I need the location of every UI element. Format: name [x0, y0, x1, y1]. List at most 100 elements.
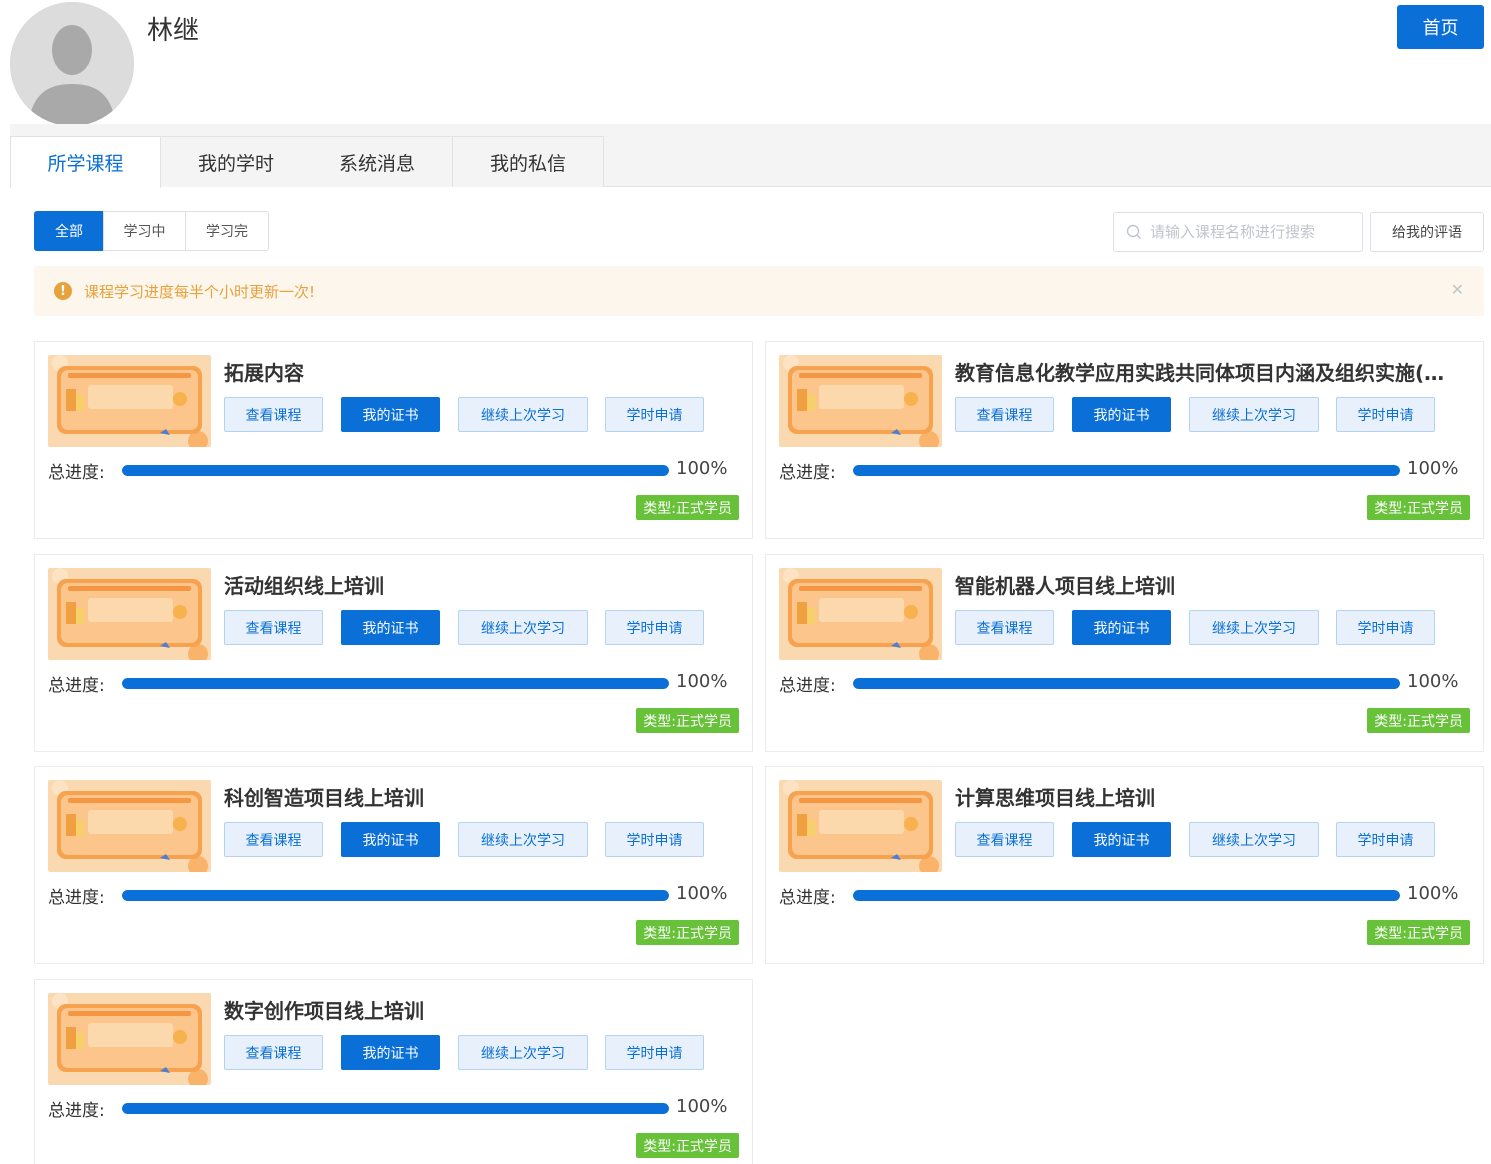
progress-label: 总进度:	[48, 676, 105, 696]
progress-fill	[122, 678, 669, 689]
continue-learning-button[interactable]: 继续上次学习	[1189, 397, 1319, 432]
continue-learning-button[interactable]: 继续上次学习	[458, 822, 588, 857]
progress-percent: 100%	[1407, 458, 1459, 479]
continue-learning-button[interactable]: 继续上次学习	[458, 1035, 588, 1070]
progress-label: 总进度:	[48, 888, 105, 908]
progress-fill	[122, 890, 669, 901]
hours-apply-button[interactable]: 学时申请	[605, 1035, 704, 1070]
filter-in-progress[interactable]: 学习中	[103, 211, 186, 251]
filter-completed[interactable]: 学习完	[185, 211, 269, 251]
course-title: 计算思维项目线上培训	[955, 786, 1155, 810]
progress-fill	[853, 678, 1400, 689]
progress-fill	[122, 465, 669, 476]
status-filter-group: 全部 学习中 学习完	[34, 211, 269, 251]
home-button[interactable]: 首页	[1397, 5, 1484, 49]
course-card: 拓展内容 查看课程 我的证书 继续上次学习 学时申请 总进度: 100% 类型:…	[34, 341, 753, 539]
certificate-button[interactable]: 我的证书	[1072, 610, 1171, 645]
progress-percent: 100%	[1407, 671, 1459, 692]
course-thumbnail[interactable]	[779, 568, 942, 660]
hours-apply-button[interactable]: 学时申请	[1336, 397, 1435, 432]
hours-apply-button[interactable]: 学时申请	[605, 822, 704, 857]
learner-type-tag: 类型:正式学员	[1367, 495, 1470, 520]
progress-bar	[853, 465, 1400, 476]
user-silhouette-icon	[10, 2, 134, 126]
course-thumbnail[interactable]	[48, 568, 211, 660]
course-title: 数字创作项目线上培训	[224, 999, 424, 1023]
view-course-button[interactable]: 查看课程	[224, 610, 323, 645]
learner-type-tag: 类型:正式学员	[1367, 708, 1470, 733]
progress-bar	[122, 890, 669, 901]
hours-apply-button[interactable]: 学时申请	[605, 610, 704, 645]
learner-type-tag: 类型:正式学员	[636, 708, 739, 733]
progress-fill	[122, 1103, 669, 1114]
hours-apply-button[interactable]: 学时申请	[1336, 822, 1435, 857]
hours-apply-button[interactable]: 学时申请	[1336, 610, 1435, 645]
tab-system-messages[interactable]: 系统消息	[302, 136, 453, 187]
tab-private-messages[interactable]: 我的私信	[453, 136, 604, 187]
progress-fill	[853, 465, 1400, 476]
course-card: 智能机器人项目线上培训 查看课程 我的证书 继续上次学习 学时申请 总进度: 1…	[765, 554, 1484, 752]
progress-fill	[853, 890, 1400, 901]
notice-alert: ! 课程学习进度每半个小时更新一次! ✕	[34, 266, 1484, 316]
course-thumbnail[interactable]	[779, 355, 942, 447]
certificate-button[interactable]: 我的证书	[341, 397, 440, 432]
course-title: 科创智造项目线上培训	[224, 786, 424, 810]
hours-apply-button[interactable]: 学时申请	[605, 397, 704, 432]
continue-learning-button[interactable]: 继续上次学习	[1189, 610, 1319, 645]
course-thumbnail[interactable]	[48, 993, 211, 1085]
view-course-button[interactable]: 查看课程	[955, 397, 1054, 432]
progress-label: 总进度:	[48, 1101, 105, 1121]
course-title: 拓展内容	[224, 361, 304, 385]
certificate-button[interactable]: 我的证书	[341, 610, 440, 645]
progress-percent: 100%	[676, 671, 728, 692]
progress-bar	[122, 678, 669, 689]
view-course-button[interactable]: 查看课程	[224, 1035, 323, 1070]
course-card: 计算思维项目线上培训 查看课程 我的证书 继续上次学习 学时申请 总进度: 10…	[765, 766, 1484, 964]
certificate-button[interactable]: 我的证书	[341, 1035, 440, 1070]
user-name: 林继	[147, 16, 200, 46]
avatar	[10, 2, 134, 126]
progress-percent: 100%	[676, 883, 728, 904]
progress-bar	[122, 1103, 669, 1114]
learner-type-tag: 类型:正式学员	[636, 1133, 739, 1158]
course-card: 数字创作项目线上培训 查看课程 我的证书 继续上次学习 学时申请 总进度: 10…	[34, 979, 753, 1164]
continue-learning-button[interactable]: 继续上次学习	[458, 397, 588, 432]
progress-label: 总进度:	[779, 463, 836, 483]
alert-text: 课程学习进度每半个小时更新一次!	[84, 282, 316, 301]
view-course-button[interactable]: 查看课程	[955, 822, 1054, 857]
course-thumbnail[interactable]	[48, 355, 211, 447]
course-thumbnail[interactable]	[779, 780, 942, 872]
view-course-button[interactable]: 查看课程	[955, 610, 1054, 645]
learner-type-tag: 类型:正式学员	[636, 920, 739, 945]
filter-all[interactable]: 全部	[34, 211, 104, 251]
continue-learning-button[interactable]: 继续上次学习	[458, 610, 588, 645]
course-thumbnail[interactable]	[48, 780, 211, 872]
course-title: 智能机器人项目线上培训	[955, 574, 1175, 598]
tab-courses[interactable]: 所学课程	[10, 136, 161, 188]
learner-type-tag: 类型:正式学员	[636, 495, 739, 520]
view-course-button[interactable]: 查看课程	[224, 822, 323, 857]
view-course-button[interactable]: 查看课程	[224, 397, 323, 432]
course-card: 活动组织线上培训 查看课程 我的证书 继续上次学习 学时申请 总进度: 100%…	[34, 554, 753, 752]
course-card: 教育信息化教学应用实践共同体项目内涵及组织实施(… 查看课程 我的证书 继续上次…	[765, 341, 1484, 539]
search-input[interactable]	[1150, 223, 1350, 241]
tab-study-hours[interactable]: 我的学时	[161, 136, 312, 187]
course-title: 活动组织线上培训	[224, 574, 384, 598]
progress-bar	[853, 890, 1400, 901]
learner-type-tag: 类型:正式学员	[1367, 920, 1470, 945]
warning-icon: !	[54, 282, 72, 300]
close-icon[interactable]: ✕	[1451, 280, 1464, 299]
teacher-review-button[interactable]: 给我的评语	[1370, 212, 1484, 252]
certificate-button[interactable]: 我的证书	[1072, 822, 1171, 857]
certificate-button[interactable]: 我的证书	[1072, 397, 1171, 432]
progress-bar	[122, 465, 669, 476]
progress-percent: 100%	[1407, 883, 1459, 904]
search-icon	[1126, 224, 1141, 239]
progress-label: 总进度:	[779, 888, 836, 908]
progress-label: 总进度:	[48, 463, 105, 483]
certificate-button[interactable]: 我的证书	[341, 822, 440, 857]
course-card: 科创智造项目线上培训 查看课程 我的证书 继续上次学习 学时申请 总进度: 10…	[34, 766, 753, 964]
progress-percent: 100%	[676, 1096, 728, 1117]
continue-learning-button[interactable]: 继续上次学习	[1189, 822, 1319, 857]
progress-percent: 100%	[676, 458, 728, 479]
